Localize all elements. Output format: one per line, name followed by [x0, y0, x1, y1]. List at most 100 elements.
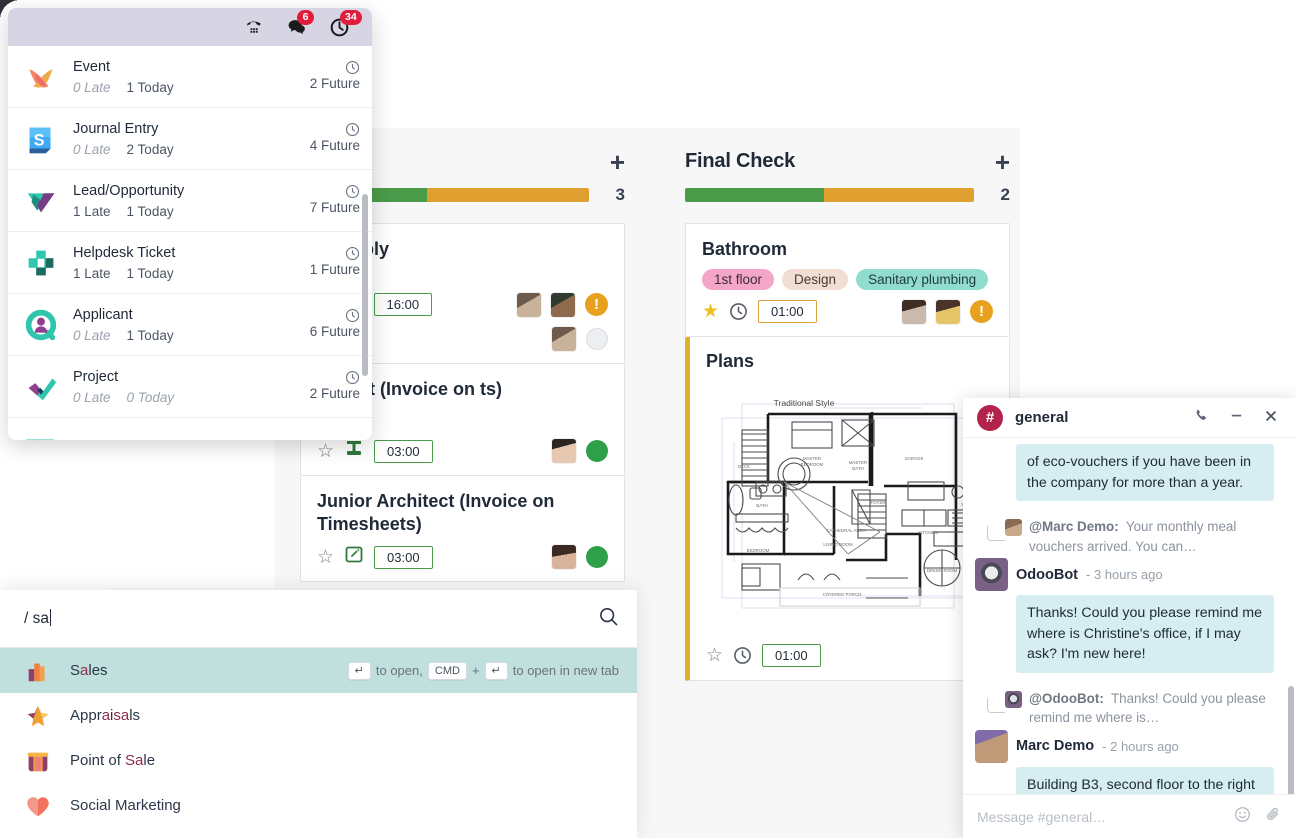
activities-badge: 34	[340, 9, 362, 25]
messages-icon[interactable]: 6	[286, 10, 314, 37]
chat-scrollbar[interactable]	[1288, 686, 1294, 794]
star-icon[interactable]: ☆	[706, 646, 723, 665]
minimize-icon[interactable]	[1225, 408, 1248, 427]
emoji-icon[interactable]	[1234, 806, 1251, 827]
timesheet-icon[interactable]	[344, 439, 364, 463]
svg-text:COVERED PORCH: COVERED PORCH	[823, 592, 862, 597]
palette-item-label: Point of Sale	[70, 752, 156, 769]
chat-author-row: OdooBot - 3 hours ago	[975, 558, 1284, 592]
clock-icon	[274, 370, 360, 385]
avatar[interactable]	[936, 299, 960, 324]
command-palette-input-row[interactable]: / sa	[0, 590, 637, 648]
activity-late[interactable]: 0 Late	[73, 390, 111, 405]
warning-icon[interactable]: !	[970, 300, 993, 323]
palette-item-label: Sales	[70, 662, 108, 679]
activity-name: Event	[73, 58, 111, 75]
activity-row-journal-entry[interactable]: S Journal Entry 0 Late 2 Today 4 Future	[8, 108, 372, 170]
edit-icon[interactable]	[344, 545, 364, 569]
activity-late[interactable]: 1 Late	[73, 204, 111, 219]
activity-row-event[interactable]: Event 0 Late 1 Today 2 Future	[8, 46, 372, 108]
search-input[interactable]: / sa	[24, 609, 588, 628]
activity-today[interactable]: 1 Today	[127, 204, 174, 219]
chat-author-name: Marc Demo	[1016, 738, 1095, 755]
message-input[interactable]: Message #general…	[977, 809, 1220, 825]
clock-icon	[274, 60, 360, 75]
activity-today[interactable]: 1 Today	[127, 80, 174, 95]
svg-text:FOYER: FOYER	[870, 500, 885, 505]
avatar[interactable]	[552, 326, 576, 351]
chat-quote[interactable]: @OdooBot: Thanks! Could you please remin…	[987, 689, 1284, 728]
svg-text:GARAGE: GARAGE	[905, 456, 924, 461]
kanban-card-tag[interactable]: Design	[782, 268, 849, 290]
avatar[interactable]	[552, 545, 576, 569]
kanban-card-plans[interactable]: Plans DECK MASTER BEDROOM MASTER BATH GA…	[685, 336, 1010, 681]
activity-future[interactable]: 2 Future	[310, 386, 360, 401]
activity-today[interactable]: 0 Today	[127, 390, 175, 405]
call-icon[interactable]	[1190, 408, 1213, 427]
clock-icon[interactable]	[733, 646, 752, 665]
kanban-card-time-badge[interactable]: 01:00	[758, 300, 817, 323]
status-dot[interactable]	[586, 327, 608, 350]
activity-late[interactable]: 0 Late	[73, 328, 111, 343]
kanban-card-time-badge[interactable]: 16:00	[373, 293, 433, 316]
svg-text:MASTER: MASTER	[849, 460, 867, 465]
activity-late[interactable]: 0 Late	[73, 80, 111, 95]
status-dot[interactable]	[586, 440, 608, 462]
star-icon[interactable]: ☆	[317, 548, 334, 567]
activity-future[interactable]: 2 Future	[310, 76, 360, 91]
kanban-card[interactable]: Junior Architect (Invoice on Timesheets)…	[300, 476, 625, 582]
phone-dialpad-icon[interactable]	[244, 17, 264, 37]
activity-today[interactable]: 2 Today	[127, 142, 174, 157]
kanban-card-time-badge[interactable]: 03:00	[374, 439, 433, 463]
activity-future[interactable]: 7 Future	[310, 200, 360, 215]
attachment-icon[interactable]	[1265, 806, 1282, 827]
command-palette: / sa Sales ↵ to open, CMD + ↵ to open in…	[0, 590, 637, 838]
chat-message-list[interactable]: of eco-vouchers if you have been in the …	[963, 438, 1296, 794]
activity-list-scrollbar[interactable]	[362, 194, 368, 376]
kanban-card-time-badge[interactable]: 01:00	[762, 644, 821, 667]
star-icon[interactable]: ★	[702, 302, 719, 321]
svg-text:DECK: DECK	[738, 464, 750, 469]
palette-item-social-marketing[interactable]: Social Marketing	[0, 783, 637, 828]
activity-today[interactable]: 1 Today	[127, 266, 174, 281]
warning-icon[interactable]: !	[585, 293, 608, 316]
activity-row-project[interactable]: Project 0 Late 0 Today 2 Future	[8, 356, 372, 418]
palette-item-sales[interactable]: Sales ↵ to open, CMD + ↵ to open in new …	[0, 648, 637, 693]
close-icon[interactable]	[1260, 409, 1282, 427]
activity-future[interactable]: 4 Future	[310, 138, 360, 153]
clock-icon[interactable]	[729, 302, 748, 321]
activity-late[interactable]: 1 Late	[73, 266, 111, 281]
kanban-column-add-button[interactable]: +	[995, 149, 1010, 175]
chat-quote[interactable]: @Marc Demo: Your monthly meal vouchers a…	[987, 517, 1284, 556]
kanban-card-list: Bathroom 1st floor Design Sanitary plumb…	[685, 223, 1010, 681]
avatar[interactable]	[902, 299, 926, 324]
avatar[interactable]	[975, 729, 1008, 763]
activity-row-helpdesk-ticket[interactable]: Helpdesk Ticket 1 Late 1 Today 1 Future	[8, 232, 372, 294]
kanban-card-tag[interactable]: Sanitary plumbing	[856, 268, 989, 290]
palette-item-point-of-sale[interactable]: Point of Sale	[0, 738, 637, 783]
search-icon[interactable]	[598, 606, 619, 632]
palette-item-appraisals[interactable]: Appraisals	[0, 693, 637, 738]
status-dot[interactable]	[586, 546, 608, 568]
activity-row-applicant[interactable]: Applicant 0 Late 1 Today 6 Future	[8, 294, 372, 356]
activity-future[interactable]: 6 Future	[310, 324, 360, 339]
kanban-card-time-badge[interactable]: 03:00	[374, 545, 433, 569]
activity-today[interactable]: 1 Today	[127, 328, 174, 343]
activity-row-purchase-order[interactable]: Purchase Order	[8, 418, 372, 440]
activity-late[interactable]: 0 Late	[73, 142, 111, 157]
activity-future[interactable]: 1 Future	[310, 262, 360, 277]
activities-clock-icon[interactable]: 34	[329, 9, 362, 38]
avatar[interactable]	[551, 292, 575, 317]
kanban-card-bathroom[interactable]: Bathroom 1st floor Design Sanitary plumb…	[685, 223, 1010, 337]
kanban-column-progressbar[interactable]: 2	[660, 173, 1020, 205]
hint-to-open: to open,	[375, 663, 423, 678]
kanban-card-tag[interactable]: 1st floor	[702, 268, 775, 290]
avatar[interactable]	[552, 439, 576, 463]
avatar[interactable]	[975, 558, 1008, 592]
avatar[interactable]	[517, 292, 541, 317]
avatar	[1005, 690, 1022, 708]
journal-entry-icon: S	[22, 120, 60, 158]
star-icon[interactable]: ☆	[317, 442, 334, 461]
kanban-column-add-button[interactable]: +	[610, 149, 625, 175]
activity-row-lead-opportunity[interactable]: Lead/Opportunity 1 Late 1 Today 7 Future	[8, 170, 372, 232]
